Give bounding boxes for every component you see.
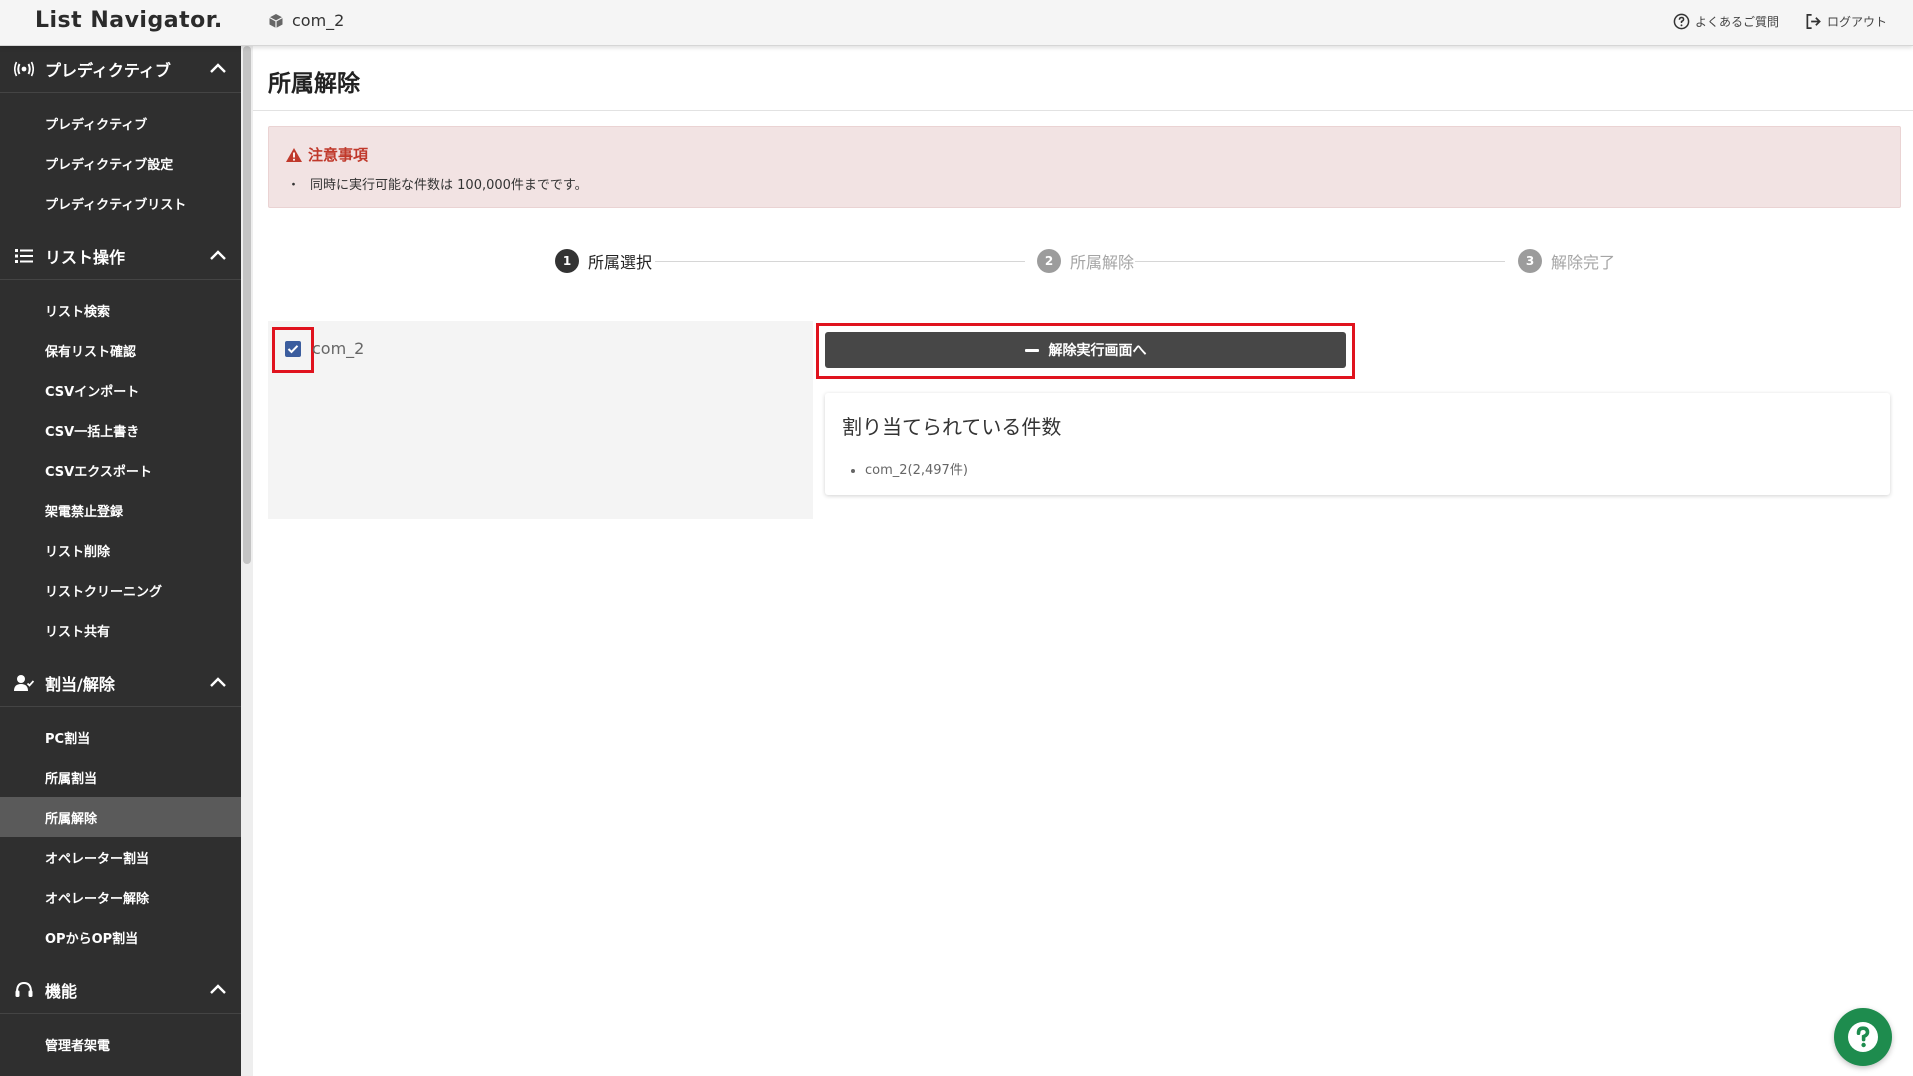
- sidebar-item-operator-release[interactable]: オペレーター解除: [0, 877, 241, 917]
- sidebar-item-predictive-list[interactable]: プレディクティブリスト: [0, 183, 241, 223]
- step-number: 2: [1037, 249, 1061, 273]
- list-item: com_2(2,497件): [865, 459, 968, 478]
- sidebar-item-op-to-op-assign[interactable]: OPからOP割当: [0, 917, 241, 957]
- sidebar-item-csv-import[interactable]: CSVインポート: [0, 370, 241, 410]
- broadcast-icon: [13, 59, 35, 79]
- list-icon: [13, 246, 35, 266]
- checkmark-icon: [287, 345, 299, 354]
- question-circle-icon: [1848, 1022, 1878, 1052]
- progress-stepper: 1 所属選択 2 所属解除 3 解除完了: [555, 249, 1615, 275]
- step-label: 解除完了: [1551, 253, 1616, 272]
- headset-icon: [13, 980, 35, 1000]
- step-select-affiliation: 1 所属選択: [555, 249, 652, 273]
- sidebar-item-list-search[interactable]: リスト検索: [0, 290, 241, 330]
- notice-title-text: 注意事項: [308, 146, 369, 164]
- step-number: 3: [1518, 249, 1542, 273]
- logout-icon: [1806, 14, 1821, 29]
- question-circle-icon: [1673, 13, 1690, 30]
- cube-icon: [269, 13, 283, 28]
- notice-message: 同時に実行可能な件数は 100,000件までです。: [310, 178, 588, 193]
- step-connector: [1135, 261, 1505, 262]
- sidebar-item-operator-assign[interactable]: オペレーター割当: [0, 837, 241, 877]
- notice-bullet: ・: [287, 178, 301, 193]
- step-label: 所属選択: [588, 253, 653, 272]
- title-divider: [253, 110, 1913, 111]
- top-bar: List Navigator. com_2 よくあるご質問 ログアウト: [0, 0, 1913, 46]
- chevron-up-icon[interactable]: [209, 982, 227, 996]
- sidebar-section-assign[interactable]: 割当/解除: [0, 660, 241, 707]
- chevron-up-icon[interactable]: [209, 675, 227, 689]
- sidebar-item-predictive-settings[interactable]: プレディクティブ設定: [0, 143, 241, 183]
- card-title: 割り当てられている件数: [842, 415, 1062, 439]
- chevron-up-icon[interactable]: [209, 248, 227, 262]
- faq-label: よくあるご質問: [1694, 15, 1779, 29]
- step-number: 1: [555, 249, 579, 273]
- warning-icon: [286, 147, 302, 162]
- tenant-indicator: com_2: [268, 11, 344, 30]
- sidebar-section-title: プレディクティブ: [45, 61, 171, 80]
- user-check-icon: [13, 673, 35, 693]
- sidebar-item-owned-lists[interactable]: 保有リスト確認: [0, 330, 241, 370]
- sidebar-section-title: リスト操作: [45, 248, 126, 267]
- assigned-count-card: 割り当てられている件数 com_2(2,497件): [825, 393, 1890, 495]
- sidebar-scrollbar-thumb[interactable]: [243, 46, 251, 564]
- sidebar-section-title: 割当/解除: [45, 675, 115, 694]
- notice-text: ・ 同時に実行可能な件数は 100,000件までです。: [287, 174, 588, 193]
- chevron-up-icon[interactable]: [209, 61, 227, 75]
- sidebar-section-functions[interactable]: 機能: [0, 967, 241, 1014]
- faq-link[interactable]: よくあるご質問: [1673, 13, 1779, 30]
- sidebar-item-predictive[interactable]: プレディクティブ: [0, 103, 241, 143]
- logout-link[interactable]: ログアウト: [1805, 13, 1887, 30]
- step-connector: [655, 261, 1025, 262]
- logout-label: ログアウト: [1826, 15, 1887, 29]
- sidebar-section-list-ops[interactable]: リスト操作: [0, 233, 241, 280]
- sidebar-item-list-delete[interactable]: リスト削除: [0, 530, 241, 570]
- sidebar-item-csv-overwrite[interactable]: CSV一括上書き: [0, 410, 241, 450]
- sidebar-item-list-cleaning[interactable]: リストクリーニング: [0, 570, 241, 610]
- tenant-name: com_2: [292, 11, 345, 30]
- go-to-release-button[interactable]: 解除実行画面へ: [825, 332, 1346, 368]
- go-to-release-label: 解除実行画面へ: [1048, 343, 1147, 359]
- notice-box: 注意事項 ・ 同時に実行可能な件数は 100,000件までです。: [268, 126, 1901, 208]
- page-title: 所属解除: [268, 71, 360, 97]
- assigned-count-list: com_2(2,497件): [865, 459, 968, 478]
- sidebar: プレディクティブ プレディクティブ プレディクティブ設定 プレディクティブリスト…: [0, 46, 241, 1076]
- sidebar-item-affiliation-release[interactable]: 所属解除: [0, 797, 241, 837]
- sidebar-item-admin-call[interactable]: 管理者架電: [0, 1024, 241, 1064]
- sidebar-item-list-share[interactable]: リスト共有: [0, 610, 241, 650]
- step-label: 所属解除: [1070, 253, 1135, 272]
- affiliation-checkbox-label[interactable]: com_2: [312, 339, 364, 358]
- sidebar-section-predictive[interactable]: プレディクティブ: [0, 46, 241, 93]
- step-release-complete: 3 解除完了: [1518, 249, 1615, 273]
- help-button[interactable]: [1834, 1008, 1892, 1066]
- app-logo[interactable]: List Navigator.: [35, 8, 223, 33]
- sidebar-item-affiliation-assign[interactable]: 所属割当: [0, 757, 241, 797]
- sidebar-item-dnc-register[interactable]: 架電禁止登録: [0, 490, 241, 530]
- notice-title: 注意事項: [285, 144, 368, 165]
- sidebar-item-pc-assign[interactable]: PC割当: [0, 717, 241, 757]
- sidebar-section-title: 機能: [45, 982, 78, 1001]
- step-release-affiliation: 2 所属解除: [1037, 249, 1134, 273]
- minus-icon: [1024, 348, 1039, 352]
- affiliation-checkbox[interactable]: [285, 341, 301, 357]
- sidebar-item-csv-export[interactable]: CSVエクスポート: [0, 450, 241, 490]
